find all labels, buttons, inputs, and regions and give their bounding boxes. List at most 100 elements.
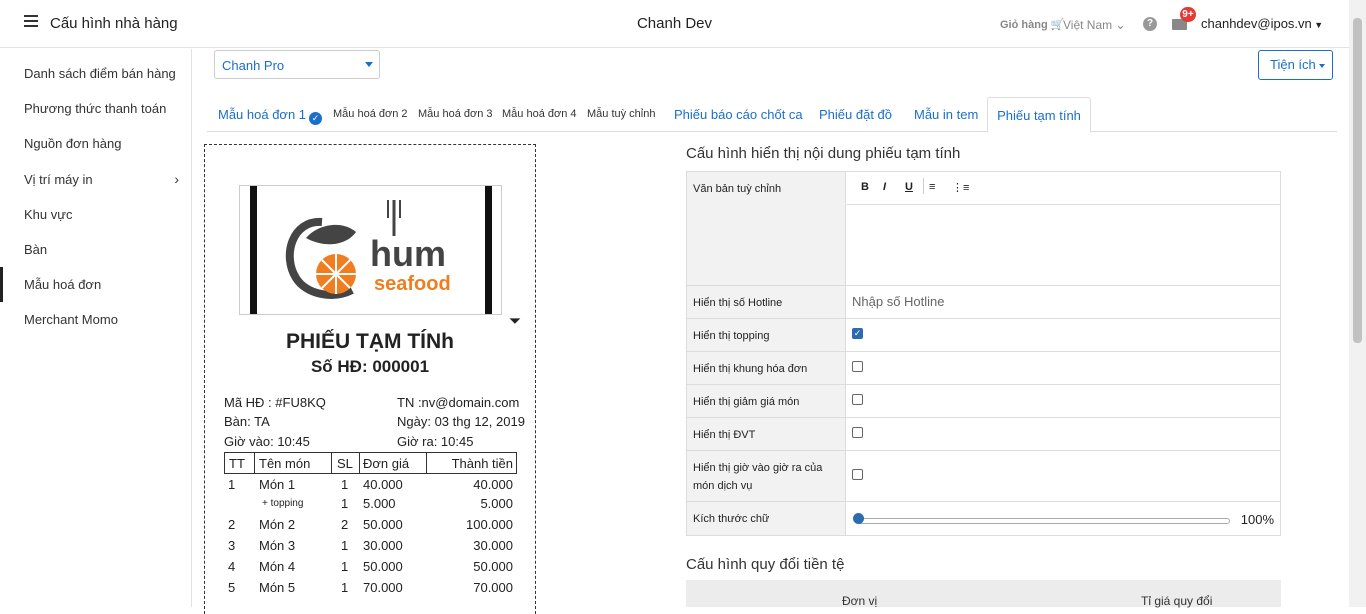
sidebar-item-label: Danh sách điểm bán hàng bbox=[24, 66, 176, 81]
row-qty: 1 bbox=[341, 538, 349, 553]
tab-invoice-template-1[interactable]: Mẫu hoá đơn 1 ✓ bbox=[218, 97, 323, 132]
row-name: Món 5 bbox=[259, 580, 296, 595]
currency-table-header: Đơn vị Tỉ giá quy đổi bbox=[686, 580, 1281, 608]
page-scrollbar[interactable] bbox=[1349, 0, 1366, 607]
sidebar-item-payment-methods[interactable]: Phương thức thanh toán bbox=[0, 91, 191, 126]
invoice-code: Mã HĐ : #FU8KQ bbox=[224, 395, 326, 410]
receipt-number: Số HĐ: 000001 bbox=[310, 357, 430, 376]
store-select[interactable]: Chanh Pro bbox=[214, 50, 380, 79]
hamburger-menu-icon[interactable] bbox=[24, 15, 38, 27]
row-total: 5.000 bbox=[480, 496, 513, 511]
tab-label: Mẫu hoá đơn 4 bbox=[502, 108, 577, 120]
config-row-frame: Hiển thị khung hóa đơn bbox=[687, 352, 1280, 385]
italic-button[interactable]: I bbox=[883, 181, 886, 193]
tab-invoice-template-2[interactable]: Mẫu hoá đơn 2 bbox=[333, 97, 408, 132]
row-tt: 3 bbox=[228, 538, 236, 553]
hotline-placeholder: Nhập số Hotline bbox=[852, 294, 945, 309]
cart-icon: 🛒 bbox=[1047, 19, 1065, 31]
row-price: 40.000 bbox=[363, 477, 403, 492]
font-size-value: 100% bbox=[1240, 512, 1274, 527]
hotline-input[interactable]: Nhập số Hotline bbox=[847, 286, 1280, 318]
tab-label: Mẫu hoá đơn 2 bbox=[333, 108, 408, 120]
sidebar-item-tables[interactable]: Bàn bbox=[0, 232, 191, 267]
font-size-slider[interactable] bbox=[857, 518, 1230, 524]
tab-provisional-bill[interactable]: Phiếu tạm tính bbox=[987, 97, 1091, 133]
resize-handle-icon[interactable]: ◢ bbox=[508, 312, 521, 325]
config-row-unit: Hiển thị ĐVT bbox=[687, 418, 1280, 451]
row-total: 30.000 bbox=[473, 538, 513, 553]
logo-text-seafood: seafood bbox=[374, 273, 451, 295]
help-icon[interactable]: ? bbox=[1143, 17, 1157, 31]
config-row-discount: Hiển thị giảm giá món bbox=[687, 385, 1280, 418]
caret-down-icon bbox=[1319, 64, 1325, 68]
config-label: Hiển thị ĐVT bbox=[687, 418, 846, 450]
config-label: Hiển thị khung hóa đơn bbox=[687, 352, 846, 384]
store-select-value: Chanh Pro bbox=[222, 58, 285, 73]
sidebar-item-merchant-momo[interactable]: Merchant Momo bbox=[0, 302, 191, 337]
sidebar-item-areas[interactable]: Khu vực bbox=[0, 197, 191, 232]
col-unit: Đơn vị bbox=[842, 594, 878, 608]
user-email: chanhdev@ipos.vn bbox=[1201, 16, 1312, 31]
restaurant-logo[interactable]: hum seafood bbox=[239, 185, 502, 315]
sidebar-item-label: Nguồn đơn hàng bbox=[24, 136, 122, 151]
row-price: 50.000 bbox=[363, 517, 403, 532]
notification-badge: 9+ bbox=[1180, 7, 1196, 22]
config-row-topping: Hiển thị topping ✓ bbox=[687, 319, 1280, 352]
sidebar-item-points-of-sale[interactable]: Danh sách điểm bán hàng bbox=[0, 56, 191, 91]
discount-checkbox[interactable] bbox=[852, 394, 863, 405]
currency-title: Cấu hình quy đổi tiền tệ bbox=[686, 556, 845, 573]
sidebar-item-label: Khu vực bbox=[24, 207, 73, 222]
row-price: 30.000 bbox=[363, 538, 403, 553]
row-name: Món 1 bbox=[259, 477, 296, 492]
underline-button[interactable]: U bbox=[905, 181, 913, 193]
tab-invoice-template-4[interactable]: Mẫu hoá đơn 4 bbox=[502, 97, 577, 132]
config-row-font-size: Kích thước chữ 100% bbox=[687, 502, 1280, 535]
frame-checkbox[interactable] bbox=[852, 361, 863, 372]
bullet-list-icon[interactable]: ⋮≡ bbox=[952, 181, 969, 194]
tab-label: Mẫu hoá đơn 3 bbox=[418, 108, 493, 120]
receipt-table-header: TT Tên món SL Đơn giá Thành tiền bbox=[224, 452, 517, 474]
config-label: Kích thước chữ bbox=[687, 502, 846, 535]
check-circle-icon: ✓ bbox=[309, 112, 323, 125]
tab-shift-report[interactable]: Phiếu báo cáo chốt ca bbox=[674, 97, 803, 132]
unit-checkbox[interactable] bbox=[852, 427, 863, 438]
row-qty: 1 bbox=[341, 580, 349, 595]
scrollbar-thumb[interactable] bbox=[1353, 18, 1362, 343]
ordered-list-icon[interactable]: ≡ bbox=[929, 181, 935, 193]
sidebar-item-printer-location[interactable]: Vị trí máy in › bbox=[0, 162, 191, 197]
row-qty: 1 bbox=[341, 559, 349, 574]
user-menu[interactable]: chanhdev@ipos.vn ▼ bbox=[1201, 16, 1323, 31]
sidebar-item-invoice-templates[interactable]: Mẫu hoá đơn bbox=[0, 267, 191, 302]
row-price: 5.000 bbox=[363, 496, 396, 511]
config-label: Hiển thị giờ vào giờ ra của món dịch vụ bbox=[687, 451, 846, 501]
tab-order-slip[interactable]: Phiếu đặt đồ bbox=[819, 97, 892, 132]
col-total: Thành tiền bbox=[451, 456, 513, 471]
top-bar: Cấu hình nhà hàng Chanh Dev Giỏ hàng 🛒 V… bbox=[0, 0, 1349, 48]
date-info: Ngày: 03 thg 12, 2019 bbox=[397, 414, 525, 429]
language-dropdown[interactable]: Việt Nam ⌄ bbox=[1063, 18, 1126, 32]
service-time-checkbox[interactable] bbox=[852, 469, 863, 480]
cart-link[interactable]: Giỏ hàng 🛒 bbox=[1000, 18, 1064, 31]
tab-label-template[interactable]: Mẫu in tem bbox=[914, 97, 978, 132]
sidebar-item-order-sources[interactable]: Nguồn đơn hàng bbox=[0, 126, 191, 161]
tab-invoice-template-3[interactable]: Mẫu hoá đơn 3 bbox=[418, 97, 493, 132]
row-name: + topping bbox=[262, 498, 304, 509]
utilities-button[interactable]: Tiện ích bbox=[1258, 50, 1333, 80]
config-label: Văn bản tuỳ chỉnh bbox=[687, 172, 846, 285]
editor-content-area[interactable] bbox=[847, 206, 1280, 285]
time-out: Giờ ra: 10:45 bbox=[397, 434, 474, 449]
template-tabs: Mẫu hoá đơn 1 ✓ Mẫu hoá đơn 2 Mẫu hoá đơn… bbox=[207, 97, 1337, 133]
tab-custom-template[interactable]: Mẫu tuỳ chỉnh bbox=[587, 97, 655, 132]
row-qty: 2 bbox=[341, 517, 349, 532]
config-row-hotline: Hiển thị số Hotline Nhập số Hotline bbox=[687, 286, 1280, 319]
row-total: 70.000 bbox=[473, 580, 513, 595]
time-in: Giờ vào: 10:45 bbox=[224, 434, 310, 449]
logo-text-hum: hum bbox=[370, 233, 446, 274]
topping-checkbox[interactable]: ✓ bbox=[852, 328, 863, 339]
utilities-label: Tiện ích bbox=[1270, 57, 1316, 72]
config-table: Văn bản tuỳ chỉnh B I U ≡ ⋮≡ Hiển thị số… bbox=[686, 171, 1281, 536]
bold-button[interactable]: B bbox=[861, 181, 869, 193]
caret-down-icon bbox=[365, 62, 373, 67]
row-total: 100.000 bbox=[466, 517, 513, 532]
font-size-slider-handle[interactable] bbox=[853, 513, 864, 524]
